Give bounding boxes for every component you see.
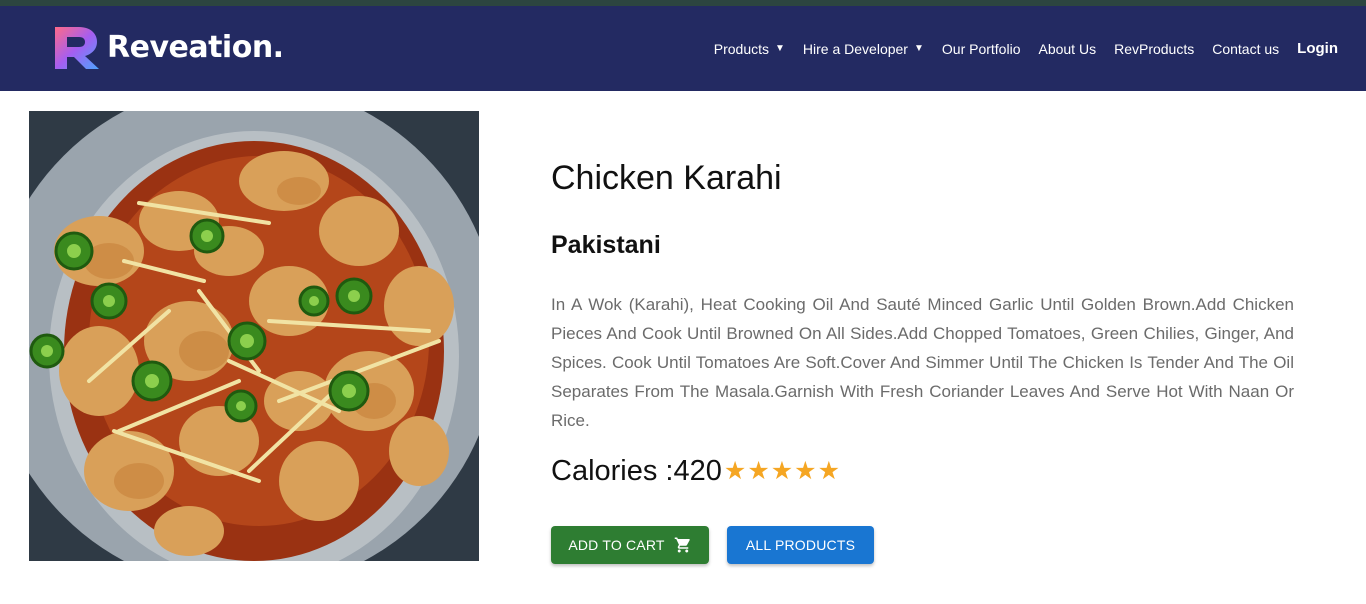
add-to-cart-label: ADD TO CART <box>568 537 665 553</box>
brand-logo[interactable]: Reveation. <box>53 25 284 71</box>
calories-label: Calories : <box>551 455 674 487</box>
caret-down-icon: ▼ <box>913 43 924 54</box>
product-detail: Chicken Karahi Pakistani In A Wok (Karah… <box>0 91 1366 604</box>
calories-value: 420 <box>673 455 722 487</box>
brand-name: Reveation. <box>107 30 284 65</box>
nav-item-revproducts[interactable]: RevProducts <box>1114 41 1194 57</box>
nav-item-label: Products <box>713 40 770 57</box>
nav-item-contact-us[interactable]: Contact us <box>1212 41 1279 57</box>
nav-item-label: Contact us <box>1212 40 1280 57</box>
all-products-label: ALL PRODUCTS <box>745 537 856 553</box>
nav-item-label: Our Portfolio <box>941 40 1021 57</box>
action-buttons: ADD TO CART ALL PRODUCTS <box>551 526 874 564</box>
product-description: In A Wok (Karahi), Heat Cooking Oil And … <box>551 295 1294 430</box>
all-products-button[interactable]: ALL PRODUCTS <box>727 526 874 564</box>
add-to-cart-button[interactable]: ADD TO CART <box>551 526 709 564</box>
star-icon: ★ <box>817 457 840 485</box>
nav-item-label: RevProducts <box>1114 40 1195 57</box>
product-title: Chicken Karahi <box>551 159 782 197</box>
nav-item-about-us[interactable]: About Us <box>1038 41 1096 57</box>
product-cuisine: Pakistani <box>551 231 661 259</box>
caret-down-icon: ▼ <box>775 43 785 54</box>
rating-stars: ★ ★ ★ ★ ★ <box>724 459 841 484</box>
product-image <box>29 111 479 561</box>
nav-item-label: About Us <box>1038 40 1097 57</box>
login-link[interactable]: Login <box>1297 40 1338 57</box>
navbar: Reveation. Products ▼ Hire a Developer ▼… <box>0 6 1366 91</box>
main-nav: Products ▼ Hire a Developer ▼ Our Portfo… <box>696 6 1338 91</box>
nav-item-label: Hire a Developer <box>802 40 908 57</box>
shopping-cart-icon <box>674 536 692 554</box>
nav-item-products[interactable]: Products ▼ <box>714 41 785 57</box>
star-icon: ★ <box>770 457 794 485</box>
star-icon: ★ <box>723 457 747 485</box>
star-icon: ★ <box>747 457 770 485</box>
calories-row: Calories : 420 ★ ★ ★ ★ ★ <box>551 455 841 488</box>
star-icon: ★ <box>794 457 817 485</box>
nav-item-hire-a-developer[interactable]: Hire a Developer ▼ <box>803 41 924 57</box>
nav-item-our-portfolio[interactable]: Our Portfolio <box>942 41 1021 57</box>
reveation-logo-icon <box>55 27 99 69</box>
